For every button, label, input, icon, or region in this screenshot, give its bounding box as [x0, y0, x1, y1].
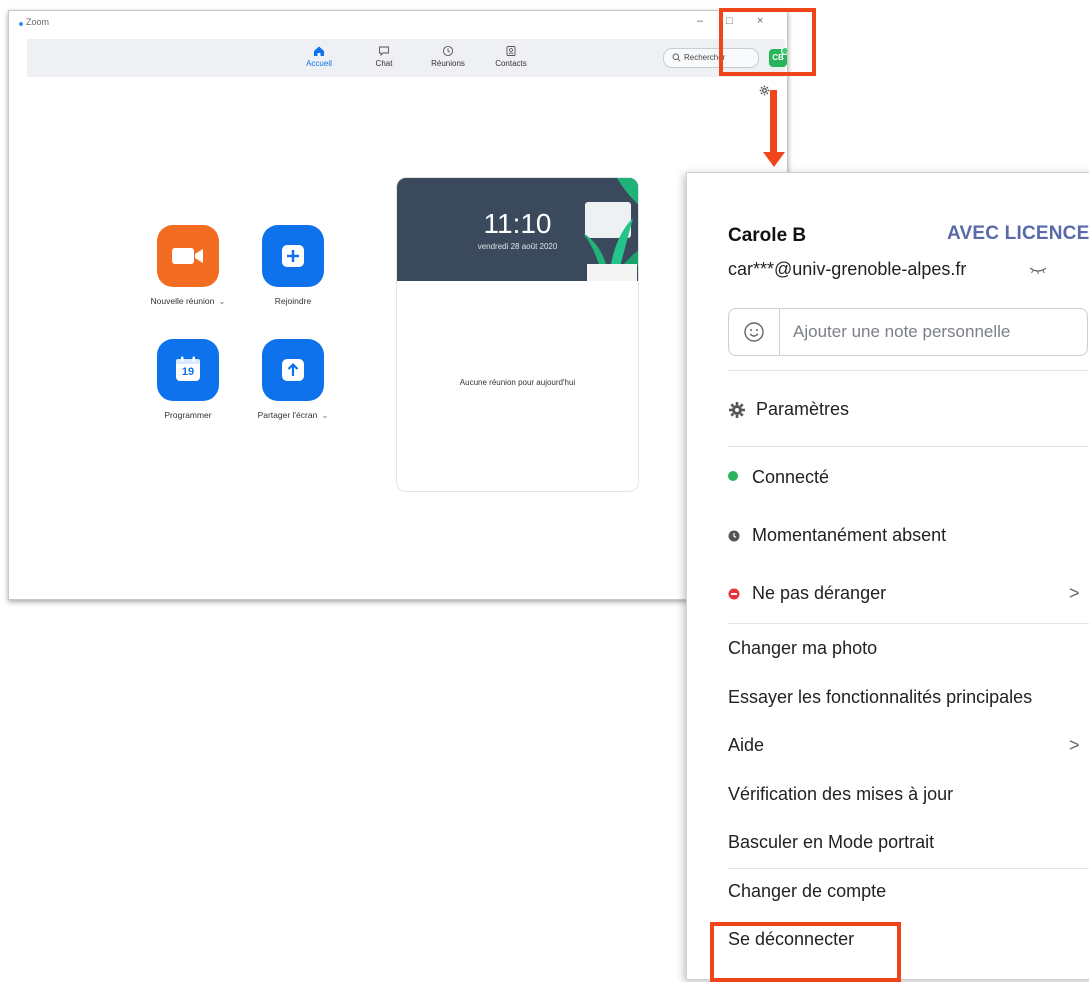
share-screen-action[interactable]: Partager l'écran ⌄ — [238, 339, 348, 421]
schedule-button[interactable]: 19 — [157, 339, 219, 401]
calendar-day: 19 — [181, 366, 195, 378]
green-status-dot-icon — [728, 471, 738, 482]
menu-item-portrait-mode[interactable]: Basculer en Mode portrait — [728, 832, 934, 853]
chevron-down-icon[interactable]: ⌄ — [218, 296, 225, 306]
tab-contacts-label: Contacts — [495, 59, 527, 68]
join-button[interactable] — [262, 225, 324, 287]
tab-chat[interactable]: Chat — [354, 45, 414, 68]
zoom-logo-icon — [19, 22, 23, 26]
settings-gear-icon[interactable] — [759, 85, 770, 96]
menu-item-settings[interactable]: Paramètres — [728, 399, 849, 420]
contacts-icon — [506, 46, 516, 56]
top-navigation: Accueil Chat Réunions Contacts Recherche… — [27, 39, 787, 77]
pointer-arrow — [770, 90, 777, 154]
status-away[interactable]: Momentanément absent — [728, 525, 946, 546]
licence-badge: AVEC LICENCE — [947, 223, 1089, 244]
upcoming-meetings-card: 11:10 vendredi 28 août 2020 Aucune réuni… — [396, 177, 639, 492]
chevron-right-icon[interactable]: > — [1069, 583, 1080, 604]
divider — [728, 446, 1089, 447]
avatar-highlight-box — [719, 8, 816, 76]
tab-meetings[interactable]: Réunions — [418, 45, 478, 68]
join-action[interactable]: Rejoindre — [238, 225, 348, 306]
eye-closed-icon[interactable] — [1028, 265, 1048, 275]
share-arrow-icon — [282, 359, 304, 381]
menu-item-change-photo[interactable]: Changer ma photo — [728, 638, 877, 659]
note-placeholder: Ajouter une note personnelle — [793, 322, 1011, 341]
schedule-action[interactable]: 19 Programmer — [133, 339, 243, 420]
tab-home[interactable]: Accueil — [289, 45, 349, 68]
no-meetings-text: Aucune réunion pour aujourd'hui — [459, 378, 576, 387]
tab-meetings-label: Réunions — [431, 59, 465, 68]
menu-item-switch-account[interactable]: Changer de compte — [728, 881, 886, 902]
current-time: 11:10 — [483, 208, 552, 239]
user-email: car***@univ-grenoble-alpes.fr — [728, 259, 967, 279]
clock-status-icon — [728, 530, 740, 542]
status-do-not-disturb[interactable]: Ne pas déranger — [728, 583, 886, 604]
divider — [728, 623, 1089, 624]
current-date: vendredi 28 août 2020 — [477, 242, 558, 251]
gear-icon — [729, 402, 745, 419]
tab-chat-label: Chat — [375, 59, 393, 68]
tab-home-label: Accueil — [306, 59, 332, 68]
plus-icon — [282, 245, 304, 267]
personal-note-input[interactable]: Ajouter une note personnelle — [728, 308, 1088, 356]
new-meeting-text: Nouvelle réunion — [150, 296, 215, 306]
user-name: Carole B — [728, 225, 807, 246]
chevron-right-icon[interactable]: > — [1069, 735, 1080, 756]
profile-menu: Carole B AVEC LICENCE car***@univ-grenob… — [686, 172, 1089, 980]
smiley-icon — [744, 322, 764, 342]
chat-icon — [379, 46, 389, 57]
new-meeting-label: Nouvelle réunion ⌄ — [133, 296, 243, 307]
card-header: 11:10 vendredi 28 août 2020 — [397, 178, 638, 281]
share-screen-text: Partager l'écran — [257, 410, 318, 420]
home-icon — [314, 46, 324, 56]
status-connected-label: Connecté — [752, 467, 830, 487]
new-meeting-button[interactable] — [157, 225, 219, 287]
zoom-window: Zoom – □ × Accueil Chat Réunions Contact… — [8, 10, 788, 600]
join-label: Rejoindre — [274, 296, 312, 306]
status-dnd-label: Ne pas déranger — [752, 583, 887, 603]
minimize-button[interactable]: – — [697, 15, 703, 27]
divider — [728, 868, 1089, 869]
app-title: Zoom — [26, 17, 50, 27]
share-screen-button[interactable] — [262, 339, 324, 401]
tab-contacts[interactable]: Contacts — [481, 45, 541, 68]
new-meeting-action[interactable]: Nouvelle réunion ⌄ — [133, 225, 243, 307]
divider — [728, 370, 1089, 371]
menu-item-help[interactable]: Aide — [728, 735, 764, 756]
arrow-down-icon — [763, 152, 785, 167]
status-away-label: Momentanément absent — [752, 525, 947, 545]
sign-out-highlight-box — [710, 922, 901, 982]
clock-icon — [442, 45, 454, 57]
settings-label: Paramètres — [756, 399, 850, 419]
menu-item-check-updates[interactable]: Vérification des mises à jour — [728, 784, 953, 805]
video-camera-icon — [172, 248, 203, 264]
do-not-disturb-icon — [728, 588, 740, 600]
search-icon — [672, 53, 681, 62]
emoji-button[interactable] — [729, 309, 780, 355]
menu-item-try-features[interactable]: Essayer les fonctionnalités principales — [728, 687, 1032, 708]
status-connected[interactable]: Connecté — [728, 467, 829, 488]
schedule-label: Programmer — [164, 410, 212, 420]
share-screen-label: Partager l'écran ⌄ — [238, 410, 348, 421]
title-bar: Zoom – □ × — [9, 11, 787, 39]
chevron-down-icon[interactable]: ⌄ — [321, 410, 328, 420]
